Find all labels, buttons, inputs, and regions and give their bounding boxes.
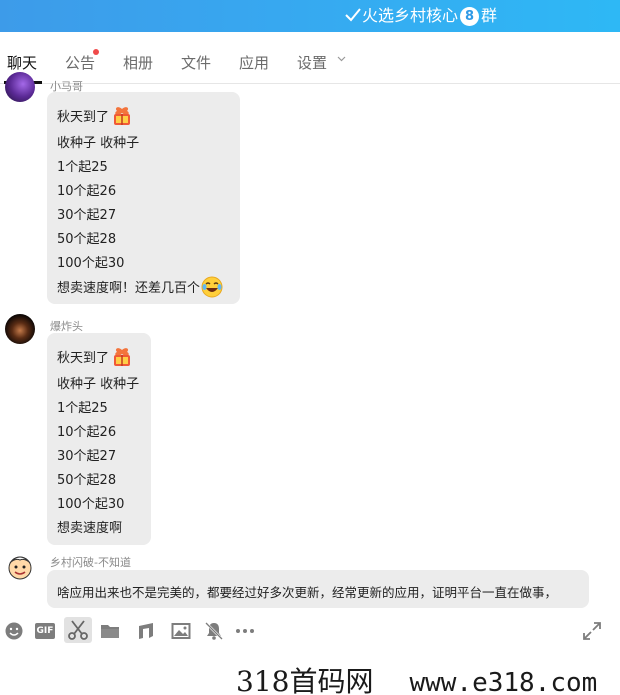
- group-number-badge: 8: [460, 7, 480, 26]
- message-line: 50个起28: [57, 473, 117, 488]
- avatar[interactable]: [5, 551, 35, 581]
- watermark-site: 318首码网: [236, 665, 374, 695]
- sender-name: 乡村闪破-不知道: [50, 556, 131, 569]
- message-line: 收种子 收种子: [57, 377, 140, 392]
- message-line: 100个起30: [57, 497, 125, 512]
- message-line: 秋天到了: [57, 347, 134, 367]
- folder-icon[interactable]: [100, 621, 120, 641]
- watermark: 318首码网 www.e318.com: [236, 660, 597, 695]
- tab-settings[interactable]: 设置: [297, 52, 327, 73]
- message-line: 收种子 收种子: [57, 136, 140, 151]
- title-bar: 火选乡村核心 8 群: [0, 0, 620, 32]
- message-bubble[interactable]: 秋天到了 收种子 收种子 1个起25 10个起26 30个起27 50个起28 …: [47, 333, 151, 545]
- avatar[interactable]: [5, 314, 35, 344]
- check-icon: [345, 8, 361, 22]
- scissors-icon: [68, 620, 88, 640]
- tab-apps[interactable]: 应用: [239, 52, 269, 73]
- message-line: 50个起28: [57, 232, 117, 247]
- expand-icon[interactable]: [582, 621, 602, 641]
- group-title: 火选乡村核心 8 群: [345, 0, 497, 32]
- message-line: 1个起25: [57, 160, 108, 175]
- music-note-icon[interactable]: [136, 621, 156, 641]
- tab-album[interactable]: 相册: [123, 52, 153, 73]
- avatar[interactable]: [5, 72, 35, 102]
- message-bubble[interactable]: 啥应用出来也不是完美的，都要经过好多次更新，经常更新的应用，证明平台一直在做事，: [47, 570, 589, 608]
- group-title-text: 火选乡村核心: [362, 6, 459, 25]
- tab-bar: 聊天 公告 相册 文件 应用 设置: [0, 32, 620, 84]
- message-line: 啥应用出来也不是完美的，都要经过好多次更新，经常更新的应用，证明平台一直在做事，: [57, 585, 558, 600]
- message-line: 秋天到了: [57, 106, 134, 126]
- screenshot-button[interactable]: [64, 617, 92, 643]
- watermark-url: www.e318.com: [409, 668, 598, 695]
- more-icon[interactable]: [235, 621, 255, 641]
- message-line: 30个起27: [57, 208, 117, 223]
- sender-name: 爆炸头: [50, 320, 83, 333]
- tab-files[interactable]: 文件: [181, 52, 211, 73]
- message-line: 100个起30: [57, 256, 125, 271]
- message-line: 10个起26: [57, 184, 117, 199]
- chevron-down-icon[interactable]: [337, 54, 346, 63]
- image-icon[interactable]: [171, 621, 191, 641]
- message-line: 想卖速度啊: [57, 521, 123, 536]
- message-bubble[interactable]: 秋天到了 收种子 收种子 1个起25 10个起26 30个起27 50个起28 …: [47, 92, 240, 304]
- mute-bell-icon[interactable]: [204, 621, 224, 641]
- unread-dot: [93, 49, 99, 55]
- message-line: 1个起25: [57, 401, 108, 416]
- tears-of-joy-emoji-icon: [201, 276, 223, 298]
- cartoon-face-icon: [8, 556, 32, 580]
- tab-announcements[interactable]: 公告: [65, 52, 95, 73]
- message-line: 想卖速度啊！还差几百个: [57, 276, 223, 298]
- red-envelope-gift-icon: [114, 107, 131, 125]
- input-toolbar: GIF: [0, 617, 620, 645]
- group-title-suffix: 群: [481, 6, 498, 25]
- gif-button[interactable]: GIF: [35, 623, 55, 639]
- emoji-icon[interactable]: [4, 621, 24, 641]
- message-line: 30个起27: [57, 449, 117, 464]
- message-line: 10个起26: [57, 425, 117, 440]
- tab-chat[interactable]: 聊天: [7, 52, 37, 73]
- red-envelope-gift-icon: [114, 348, 131, 366]
